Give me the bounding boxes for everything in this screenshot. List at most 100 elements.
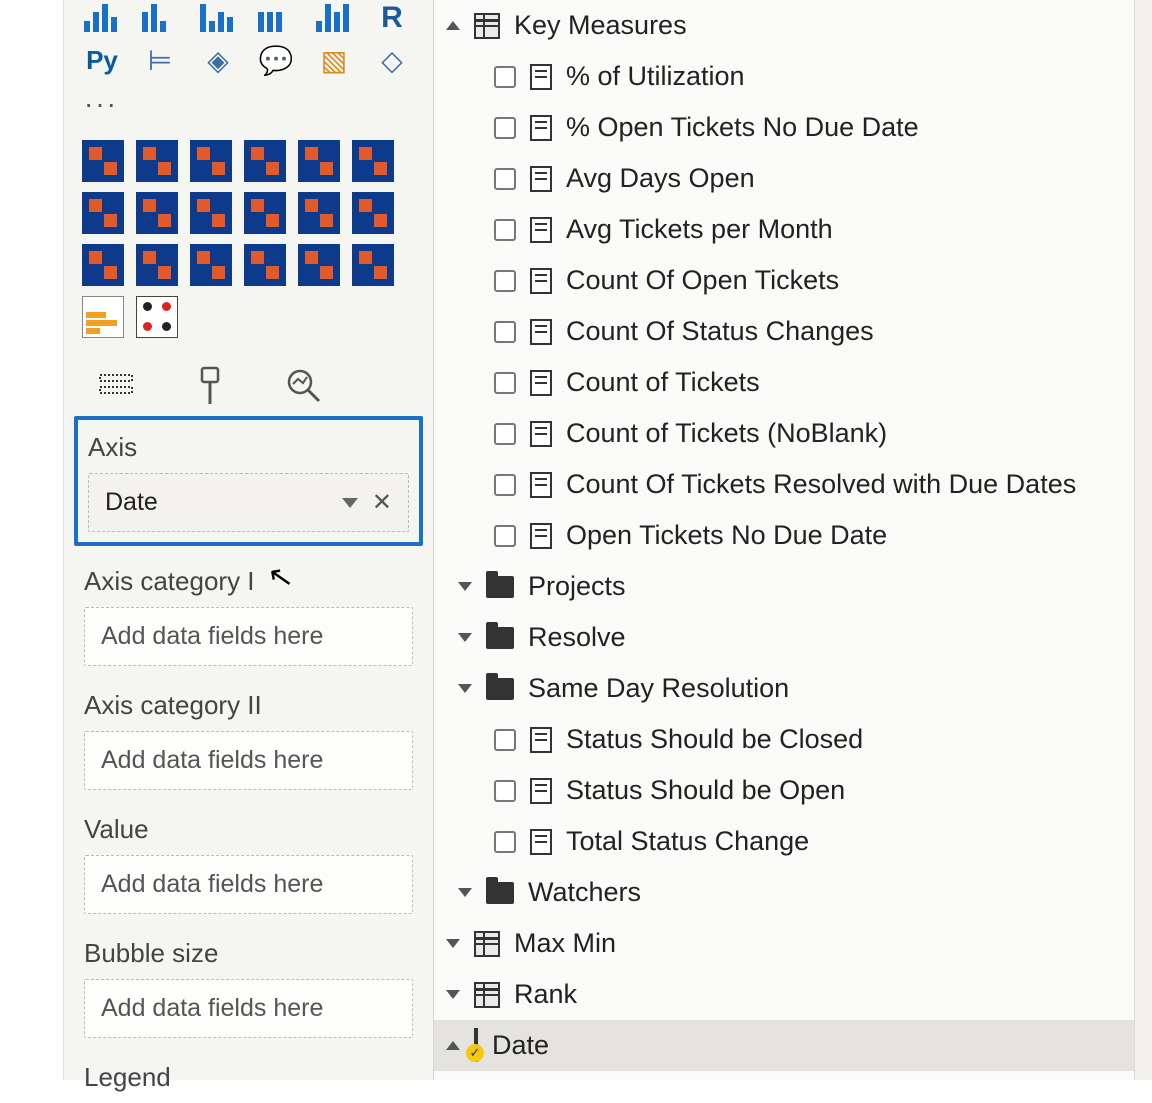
field-checkbox[interactable] [494,729,516,751]
custom-visual-tile[interactable] [352,140,394,182]
custom-visual-tile[interactable] [136,296,178,338]
folder-resolve[interactable]: Resolve [434,612,1152,663]
field-row[interactable]: % Open Tickets No Due Date [434,102,1152,153]
field-checkbox[interactable] [494,168,516,190]
chevron-down-icon[interactable] [342,498,358,508]
table-rank[interactable]: Rank [434,969,1152,1020]
field-row[interactable]: Avg Days Open [434,153,1152,204]
custom-visual-tile[interactable] [298,192,340,234]
field-row[interactable]: Total Status Change [434,816,1152,867]
viz-type-icon[interactable] [84,0,120,36]
field-label: Avg Days Open [566,163,1132,194]
r-visual-icon[interactable]: R [374,0,410,36]
custom-visual-tile[interactable] [190,140,232,182]
folder-label: Same Day Resolution [528,673,1132,704]
axis-well-field[interactable]: Date ✕ [88,473,409,532]
custom-visuals-grid [64,132,433,348]
axis-cat1-dropzone[interactable]: Add data fields here [84,607,413,666]
remove-field-icon[interactable]: ✕ [372,488,392,517]
measure-table-icon [474,982,500,1008]
custom-visual-tile[interactable] [190,192,232,234]
field-label: % of Utilization [566,61,1132,92]
custom-visual-tile[interactable] [244,244,286,286]
bubble-size-well: Bubble size Add data fields here [74,924,423,1048]
value-well: Value Add data fields here [74,800,423,924]
measure-icon [530,268,552,294]
field-row[interactable]: Count Of Status Changes [434,306,1152,357]
folder-icon [486,576,514,598]
custom-visual-tile[interactable] [244,192,286,234]
field-row[interactable]: Status Should be Open [434,765,1152,816]
viz-type-row: Py ⊨ ◈ 💬 ▧ ◇ [64,42,433,84]
field-label: Open Tickets No Due Date [566,520,1132,551]
field-row[interactable]: Count Of Open Tickets [434,255,1152,306]
field-checkbox[interactable] [494,372,516,394]
field-checkbox[interactable] [494,66,516,88]
table-date[interactable]: ✓ Date [434,1020,1152,1071]
field-row[interactable]: Count of Tickets (NoBlank) [434,408,1152,459]
field-label: Count of Tickets [566,367,1132,398]
custom-visual-tile[interactable] [352,244,394,286]
paginated-report-icon[interactable]: ▧ [316,42,352,78]
field-row[interactable]: Status Should be Closed [434,714,1152,765]
value-dropzone[interactable]: Add data fields here [84,855,413,914]
folder-icon [486,882,514,904]
viz-type-icon[interactable] [142,0,178,36]
folder-same-day-resolution[interactable]: Same Day Resolution [434,663,1152,714]
field-checkbox[interactable] [494,780,516,802]
folder-watchers[interactable]: Watchers [434,867,1152,918]
custom-visual-tile[interactable] [136,244,178,286]
key-influencers-icon[interactable]: ⊨ [142,42,178,78]
scrollbar[interactable] [1134,0,1152,1080]
format-tab[interactable] [188,364,232,408]
custom-visual-tile[interactable] [352,192,394,234]
custom-visual-tile[interactable] [298,140,340,182]
legend-well-label: Legend [84,1058,413,1103]
axis-well-label: Axis [88,428,409,473]
custom-visual-tile[interactable] [82,140,124,182]
table-label: Key Measures [514,10,1132,41]
measure-icon [530,421,552,447]
bubble-size-dropzone[interactable]: Add data fields here [84,979,413,1038]
custom-visual-tile[interactable] [82,192,124,234]
field-row[interactable]: % of Utilization [434,51,1152,102]
field-label: Count Of Tickets Resolved with Due Dates [566,469,1132,500]
field-row[interactable]: Count of Tickets [434,357,1152,408]
viz-overflow-ellipsis[interactable]: ··· [64,84,433,132]
field-row[interactable]: Count Of Tickets Resolved with Due Dates [434,459,1152,510]
collapse-icon [446,21,460,30]
qa-visual-icon[interactable]: 💬 [258,42,294,78]
field-checkbox[interactable] [494,423,516,445]
table-max-min[interactable]: Max Min [434,918,1152,969]
field-row[interactable]: Open Tickets No Due Date [434,510,1152,561]
custom-visual-tile[interactable] [190,244,232,286]
custom-visual-tile[interactable] [82,244,124,286]
viz-type-icon[interactable] [316,0,352,36]
folder-icon [486,678,514,700]
custom-visual-tile[interactable] [136,140,178,182]
field-checkbox[interactable] [494,219,516,241]
viz-type-icon[interactable] [258,0,294,36]
field-label: Count Of Status Changes [566,316,1132,347]
fields-tab[interactable] [94,364,138,408]
viz-type-icon[interactable] [200,0,236,36]
folder-projects[interactable]: Projects [434,561,1152,612]
table-key-measures[interactable]: Key Measures [434,0,1152,51]
custom-visual-tile[interactable] [244,140,286,182]
analytics-tab[interactable] [282,364,326,408]
get-more-visuals-icon[interactable]: ◇ [374,42,410,78]
axis-cat2-dropzone[interactable]: Add data fields here [84,731,413,790]
custom-visual-tile[interactable] [82,296,124,338]
field-checkbox[interactable] [494,117,516,139]
field-checkbox[interactable] [494,525,516,547]
custom-visual-tile[interactable] [136,192,178,234]
python-visual-icon[interactable]: Py [84,42,120,78]
field-checkbox[interactable] [494,831,516,853]
field-checkbox[interactable] [494,321,516,343]
field-row[interactable]: Avg Tickets per Month [434,204,1152,255]
field-checkbox[interactable] [494,270,516,292]
measure-icon [530,829,552,855]
custom-visual-tile[interactable] [298,244,340,286]
field-checkbox[interactable] [494,474,516,496]
decomposition-tree-icon[interactable]: ◈ [200,42,236,78]
